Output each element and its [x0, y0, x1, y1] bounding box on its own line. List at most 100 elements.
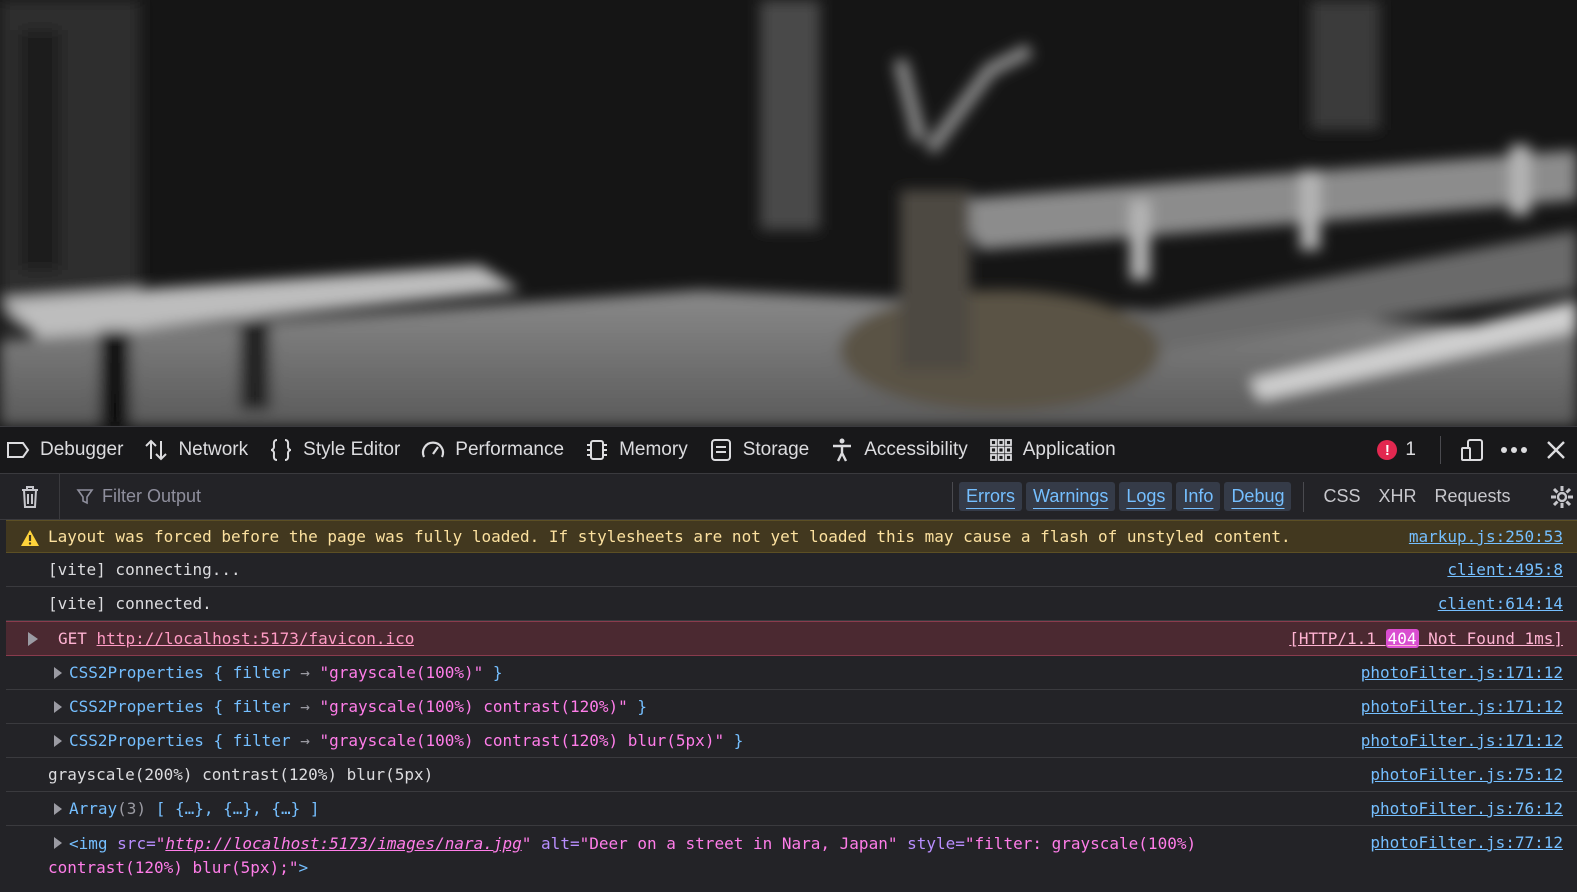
source-link[interactable]: photoFilter.js:171:12 — [1361, 663, 1563, 682]
tab-label: Storage — [742, 439, 810, 460]
clear-console-button[interactable] — [0, 473, 60, 520]
gear-icon — [1551, 486, 1573, 508]
source-link[interactable]: client:614:14 — [1438, 594, 1563, 613]
tab-label: Accessibility — [864, 439, 968, 460]
console-settings-button[interactable] — [1547, 480, 1577, 514]
object-preview: CSS2Properties { filter → "grayscale(100… — [6, 663, 503, 682]
source-link[interactable]: client:495:8 — [1447, 560, 1563, 579]
divider — [1303, 481, 1305, 512]
array-items: [ {…}, {…}, {…} ] — [155, 799, 320, 818]
source-link[interactable]: photoFilter.js:171:12 — [1361, 731, 1563, 750]
arrow: → — [300, 663, 310, 682]
object-preview: CSS2Properties { filter → "grayscale(100… — [6, 697, 647, 716]
tab-label: Application — [1022, 439, 1116, 460]
brace: { — [213, 731, 224, 750]
more-options-icon[interactable] — [1497, 433, 1531, 467]
tab-performance[interactable]: Performance — [413, 427, 577, 473]
tag-open: <img — [69, 834, 108, 853]
element-line-1: <img src="http://localhost:5173/images/n… — [69, 834, 1197, 853]
tab-label: Network — [178, 439, 249, 460]
expand-toggle-icon[interactable] — [54, 802, 62, 815]
filter-requests-button[interactable]: Requests — [1426, 482, 1520, 511]
memory-icon — [583, 437, 611, 463]
tag-close: > — [298, 858, 309, 877]
property-value: "grayscale(100%)" — [319, 663, 484, 682]
filter-css-button[interactable]: CSS — [1314, 482, 1369, 511]
array-type: Array — [69, 799, 118, 818]
tab-label: Style Editor — [303, 439, 401, 460]
style-editor-icon — [267, 437, 295, 463]
attr-name: alt= — [541, 834, 580, 853]
tab-debugger[interactable]: Debugger — [0, 427, 136, 473]
tab-memory[interactable]: Memory — [577, 427, 701, 473]
request-url[interactable]: http://localhost:5173/favicon.ico — [97, 629, 415, 648]
array-length: (3) — [117, 799, 147, 818]
property-key: filter — [232, 697, 291, 716]
warning-message: Layout was forced before the page was fu… — [48, 527, 1291, 546]
expand-toggle-icon[interactable] — [54, 734, 62, 747]
expand-toggle-icon[interactable] — [54, 666, 62, 679]
error-counter[interactable]: ! 1 — [1377, 439, 1430, 461]
attr-value: "Deer on a street in Nara, Japan" — [579, 834, 898, 853]
console-element-row: <img src="http://localhost:5173/images/n… — [6, 826, 1577, 886]
tab-style-editor[interactable]: Style Editor — [261, 427, 413, 473]
console-network-error-row[interactable]: GET http://localhost:5173/favicon.ico [H… — [6, 621, 1577, 656]
tab-application[interactable]: Application — [981, 427, 1129, 473]
log-level-filters: Errors Warnings Logs Info Debug — [959, 482, 1292, 511]
property-key: filter — [232, 663, 291, 682]
expand-toggle-icon[interactable] — [28, 631, 38, 646]
property-value: "grayscale(100%) contrast(120%) blur(5px… — [319, 731, 725, 750]
error-count-value: 1 — [1405, 439, 1416, 460]
console-output: Layout was forced before the page was fu… — [6, 520, 1577, 892]
brace: } — [733, 731, 744, 750]
error-icon: ! — [1377, 440, 1398, 460]
tab-network[interactable]: Network — [136, 427, 261, 473]
filter-logs-button[interactable]: Logs — [1119, 482, 1173, 511]
filter-errors-button[interactable]: Errors — [959, 482, 1022, 511]
filter-xhr-button[interactable]: XHR — [1370, 482, 1426, 511]
filter-output-input[interactable] — [100, 485, 924, 508]
filter-icon — [76, 488, 94, 504]
filter-warnings-button[interactable]: Warnings — [1026, 482, 1116, 511]
tab-storage[interactable]: Storage — [701, 427, 823, 473]
arrow: → — [300, 697, 310, 716]
request-status[interactable]: [HTTP/1.1 404 Not Found 1ms] — [1289, 629, 1563, 648]
log-message: [vite] connecting... — [48, 560, 241, 579]
object-type: CSS2Properties — [69, 697, 204, 716]
attr-value-url[interactable]: http://localhost:5173/images/nara.jpg — [165, 834, 521, 853]
console-object-row: CSS2Properties { filter → "grayscale(100… — [6, 690, 1577, 724]
expand-toggle-icon[interactable] — [54, 700, 62, 713]
source-link[interactable]: photoFilter.js:76:12 — [1370, 799, 1563, 818]
object-type: CSS2Properties — [69, 663, 204, 682]
trash-icon — [21, 485, 38, 508]
responsive-design-icon[interactable] — [1455, 433, 1489, 467]
filter-debug-button[interactable]: Debug — [1224, 482, 1292, 511]
brace: } — [637, 697, 648, 716]
console-warning-row: Layout was forced before the page was fu… — [6, 520, 1577, 553]
log-message: [vite] connected. — [48, 594, 212, 613]
application-icon — [987, 437, 1015, 463]
source-link[interactable]: photoFilter.js:77:12 — [1370, 833, 1563, 852]
performance-icon — [419, 437, 447, 463]
tab-accessibility[interactable]: Accessibility — [822, 427, 980, 473]
divider — [1440, 436, 1441, 464]
warning-icon — [21, 530, 39, 546]
page-viewport — [0, 0, 1577, 426]
property-value: "grayscale(100%) contrast(120%)" — [319, 697, 628, 716]
attr-value: "filter: grayscale(100%) — [964, 834, 1197, 853]
tabbar-controls: ! 1 — [1377, 427, 1577, 473]
status-prefix: [HTTP/1.1 — [1289, 629, 1376, 648]
brace: { — [213, 697, 224, 716]
close-icon[interactable] — [1539, 433, 1573, 467]
source-link[interactable]: markup.js:250:53 — [1409, 527, 1563, 546]
filter-area — [60, 485, 946, 508]
object-type: CSS2Properties — [69, 731, 204, 750]
console-toolbar: Errors Warnings Logs Info Debug CSS XHR … — [0, 473, 1577, 520]
status-suffix: Not Found 1ms] — [1428, 629, 1563, 648]
console-log-row: grayscale(200%) contrast(120%) blur(5px)… — [6, 758, 1577, 792]
filter-info-button[interactable]: Info — [1176, 482, 1221, 511]
tab-label: Debugger — [40, 439, 124, 460]
accessibility-icon — [828, 437, 856, 463]
source-link[interactable]: photoFilter.js:75:12 — [1370, 765, 1563, 784]
source-link[interactable]: photoFilter.js:171:12 — [1361, 697, 1563, 716]
